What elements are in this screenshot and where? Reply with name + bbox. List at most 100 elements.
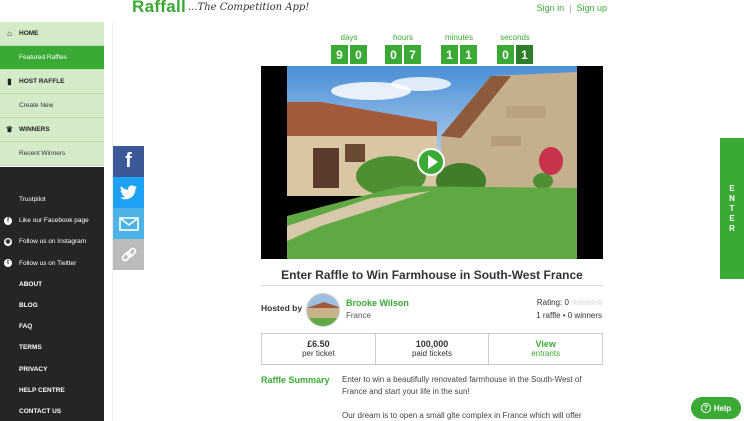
paid-tickets: 100,000 — [415, 339, 449, 349]
hosted-by-label: Hosted by — [261, 303, 303, 313]
enter-letter: E — [729, 213, 735, 223]
sidebar-item-label: HOST RAFFLE — [19, 78, 65, 85]
page: Raffall ...The Competition App! Sign in |… — [0, 0, 744, 421]
ticket-price: £6.50 — [307, 339, 330, 349]
home-icon: ⌂ — [7, 29, 12, 38]
sidebar-item-create-new[interactable]: Create New — [0, 94, 104, 118]
host-name-link[interactable]: Brooke Wilson — [346, 298, 409, 308]
facebook-icon: f — [4, 216, 12, 225]
play-icon — [427, 155, 438, 169]
sidebar-item-label: Recent Winners — [19, 150, 66, 157]
host-rating: Rating: 0 ☆☆☆☆☆ — [537, 298, 603, 307]
countdown-label: hours — [392, 33, 413, 42]
sidebar-item-host-raffle[interactable]: ▮ HOST RAFFLE — [0, 70, 104, 94]
enter-button[interactable]: E N T E R — [720, 138, 744, 279]
twitter-icon: t — [4, 259, 12, 268]
rating-stars-icon: ☆☆☆☆☆ — [571, 298, 603, 307]
countdown-digit: 0 — [350, 45, 367, 64]
enter-letter: N — [729, 193, 735, 203]
sidebar-item-label: Trustpilot — [19, 196, 46, 204]
help-button[interactable]: ? Help — [691, 397, 741, 419]
countdown-digit: 1 — [441, 45, 458, 64]
sidebar-item-label: Follow us on Instagram — [19, 238, 87, 246]
countdown-digit: 1 — [460, 45, 477, 64]
ticket-icon: ▮ — [7, 77, 12, 86]
sidebar-item-faq[interactable]: FAQ — [0, 316, 104, 337]
enter-letter: R — [729, 223, 735, 233]
twitter-share-icon[interactable] — [113, 177, 144, 208]
sidebar-item-label: Create New — [19, 102, 54, 109]
sidebar-item-terms[interactable]: TERMS — [0, 337, 104, 358]
raffle-summary-label: Raffle Summary — [261, 375, 330, 385]
countdown-digit: 1 — [516, 45, 533, 64]
countdown-label: days — [340, 33, 358, 42]
countdown-minutes: minutes 1 1 — [440, 33, 478, 64]
sidebar-item-facebook[interactable]: f Like our Facebook page — [0, 210, 104, 231]
sidebar-item-instagram[interactable]: ◉ Follow us on Instagram — [0, 231, 104, 252]
sidebar-item-help-centre[interactable]: HELP CENTRE — [0, 380, 104, 401]
sign-in-link[interactable]: Sign in — [537, 3, 565, 13]
ticket-price-sub: per ticket — [302, 349, 335, 358]
entrants-sub: entrants — [531, 349, 561, 358]
question-icon: ? — [700, 403, 711, 413]
logo[interactable]: Raffall — [132, 0, 186, 17]
sidebar-item-contact-us[interactable]: CONTACT US — [0, 401, 104, 421]
countdown-days: days 9 0 — [330, 33, 368, 64]
auth-links: Sign in | Sign up — [537, 3, 607, 13]
sidebar-item-label: CONTACT US — [19, 407, 62, 415]
paid-tickets-stat: 100,000 paid tickets — [376, 334, 490, 364]
sidebar-item-home[interactable]: ⌂ HOME — [0, 22, 104, 46]
enter-letter: E — [729, 183, 735, 193]
sidebar-primary-nav: ⌂ HOME Featured Raffles ▮ HOST RAFFLE Cr… — [0, 22, 104, 166]
raffle-title: Enter Raffle to Win Farmhouse in South-W… — [281, 268, 583, 282]
sidebar-item-label: FAQ — [19, 323, 33, 331]
sidebar-item-label: Featured Raffles — [19, 54, 67, 61]
sidebar-item-label: WINNERS — [19, 126, 50, 133]
sidebar-item-label: Like our Facebook page — [19, 217, 89, 225]
countdown-digit: 7 — [404, 45, 421, 64]
sidebar-item-label: HELP CENTRE — [19, 386, 65, 394]
help-label: Help — [713, 403, 732, 413]
sidebar-item-trustpilot[interactable]: Trustpilot — [0, 189, 104, 210]
auth-separator: | — [569, 3, 572, 13]
sign-up-link[interactable]: Sign up — [576, 3, 607, 13]
top-bar: Raffall ...The Competition App! Sign in |… — [0, 0, 744, 20]
sidebar-item-label: PRIVACY — [19, 365, 48, 373]
instagram-icon: ◉ — [4, 237, 12, 246]
host-avatar[interactable] — [306, 293, 340, 327]
sidebar-item-twitter[interactable]: t Follow us on Twitter — [0, 253, 104, 274]
view-entrants-link[interactable]: View entrants — [489, 334, 602, 364]
play-button[interactable] — [417, 148, 445, 176]
crown-icon: ♛ — [5, 125, 14, 134]
share-bar: f — [113, 146, 144, 270]
countdown-label: minutes — [444, 33, 473, 42]
countdown-label: seconds — [500, 33, 530, 42]
countdown-hours: hours 0 7 — [384, 33, 422, 64]
facebook-share-icon[interactable]: f — [113, 146, 144, 177]
raffle-summary-text-2: Our dream is to open a small glte comple… — [342, 411, 582, 420]
sidebar-item-about[interactable]: ABOUT — [0, 274, 104, 295]
sidebar-item-blog[interactable]: BLOG — [0, 295, 104, 316]
sidebar-item-winners[interactable]: ♛ WINNERS — [0, 118, 104, 142]
countdown-digit: 0 — [497, 45, 514, 64]
sidebar-item-label: Follow us on Twitter — [19, 259, 77, 267]
sidebar-item-privacy[interactable]: PRIVACY — [0, 359, 104, 380]
sidebar-item-label: BLOG — [19, 302, 38, 310]
sidebar-item-featured-raffles[interactable]: Featured Raffles — [0, 46, 104, 70]
host-location: France — [346, 311, 371, 320]
host-raffle-stats: 1 raffle • 0 winners — [536, 311, 602, 320]
countdown-seconds: seconds 0 1 — [495, 33, 535, 64]
ticket-price-stat: £6.50 per ticket — [262, 334, 376, 364]
raffle-summary-text: Enter to win a beautifully renovated far… — [342, 375, 582, 396]
raffle-stats: £6.50 per ticket 100,000 paid tickets Vi… — [261, 333, 603, 365]
paid-tickets-sub: paid tickets — [411, 349, 453, 358]
title-divider — [261, 285, 603, 286]
countdown-digit: 9 — [331, 45, 348, 64]
sidebar-item-label: ABOUT — [19, 280, 43, 288]
sidebar: ⌂ HOME Featured Raffles ▮ HOST RAFFLE Cr… — [0, 22, 104, 421]
sidebar-item-recent-winners[interactable]: Recent Winners — [0, 142, 104, 166]
email-share-icon[interactable] — [113, 208, 144, 239]
enter-letter: T — [729, 203, 735, 213]
link-share-icon[interactable] — [113, 239, 144, 270]
sidebar-item-label: TERMS — [19, 344, 42, 352]
